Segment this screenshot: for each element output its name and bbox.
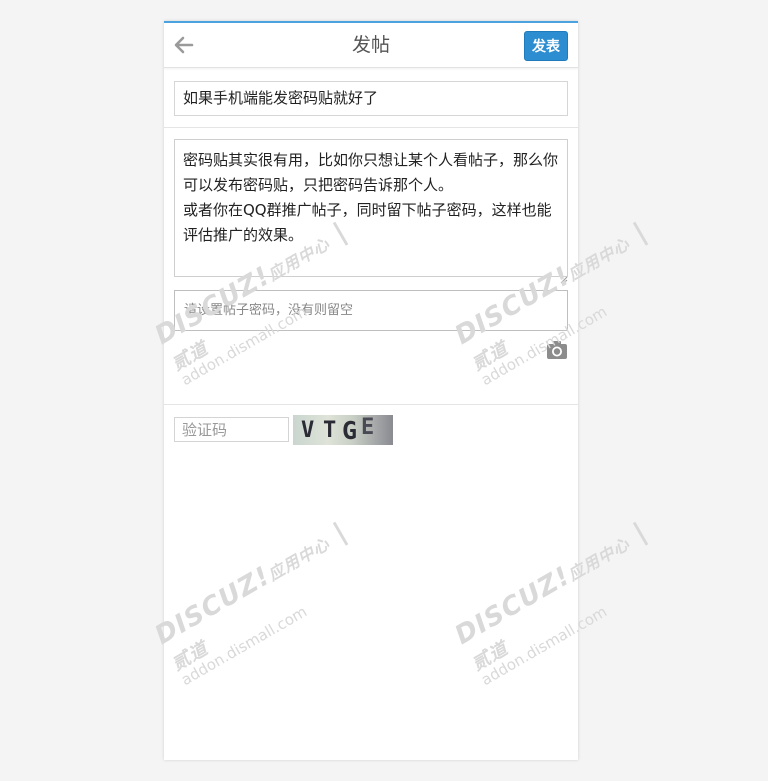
password-input[interactable] (174, 290, 568, 331)
captcha-image[interactable]: V T G E (293, 415, 393, 445)
captcha-char: V (301, 418, 315, 443)
camera-icon[interactable] (546, 340, 568, 360)
captcha-input[interactable] (174, 417, 289, 442)
header-bar: 发帖 发表 (164, 23, 578, 68)
message-textarea[interactable]: 密码贴其实很有用，比如你只想让某个人看帖子，那么你可以发布密码贴，只把密码告诉那… (174, 139, 568, 277)
resize-handle-icon[interactable] (560, 269, 568, 284)
post-button[interactable]: 发表 (524, 31, 568, 61)
divider (164, 127, 578, 128)
subject-input[interactable]: 如果手机端能发密码贴就好了 (174, 81, 568, 116)
post-page: 发帖 发表 如果手机端能发密码贴就好了 密码贴其实很有用，比如你只想让某个人看帖… (164, 21, 578, 760)
captcha-char: T (323, 418, 337, 443)
divider (164, 404, 578, 405)
page-title: 发帖 (351, 34, 390, 56)
captcha-char: E (361, 415, 375, 440)
captcha-char: G (342, 416, 358, 445)
